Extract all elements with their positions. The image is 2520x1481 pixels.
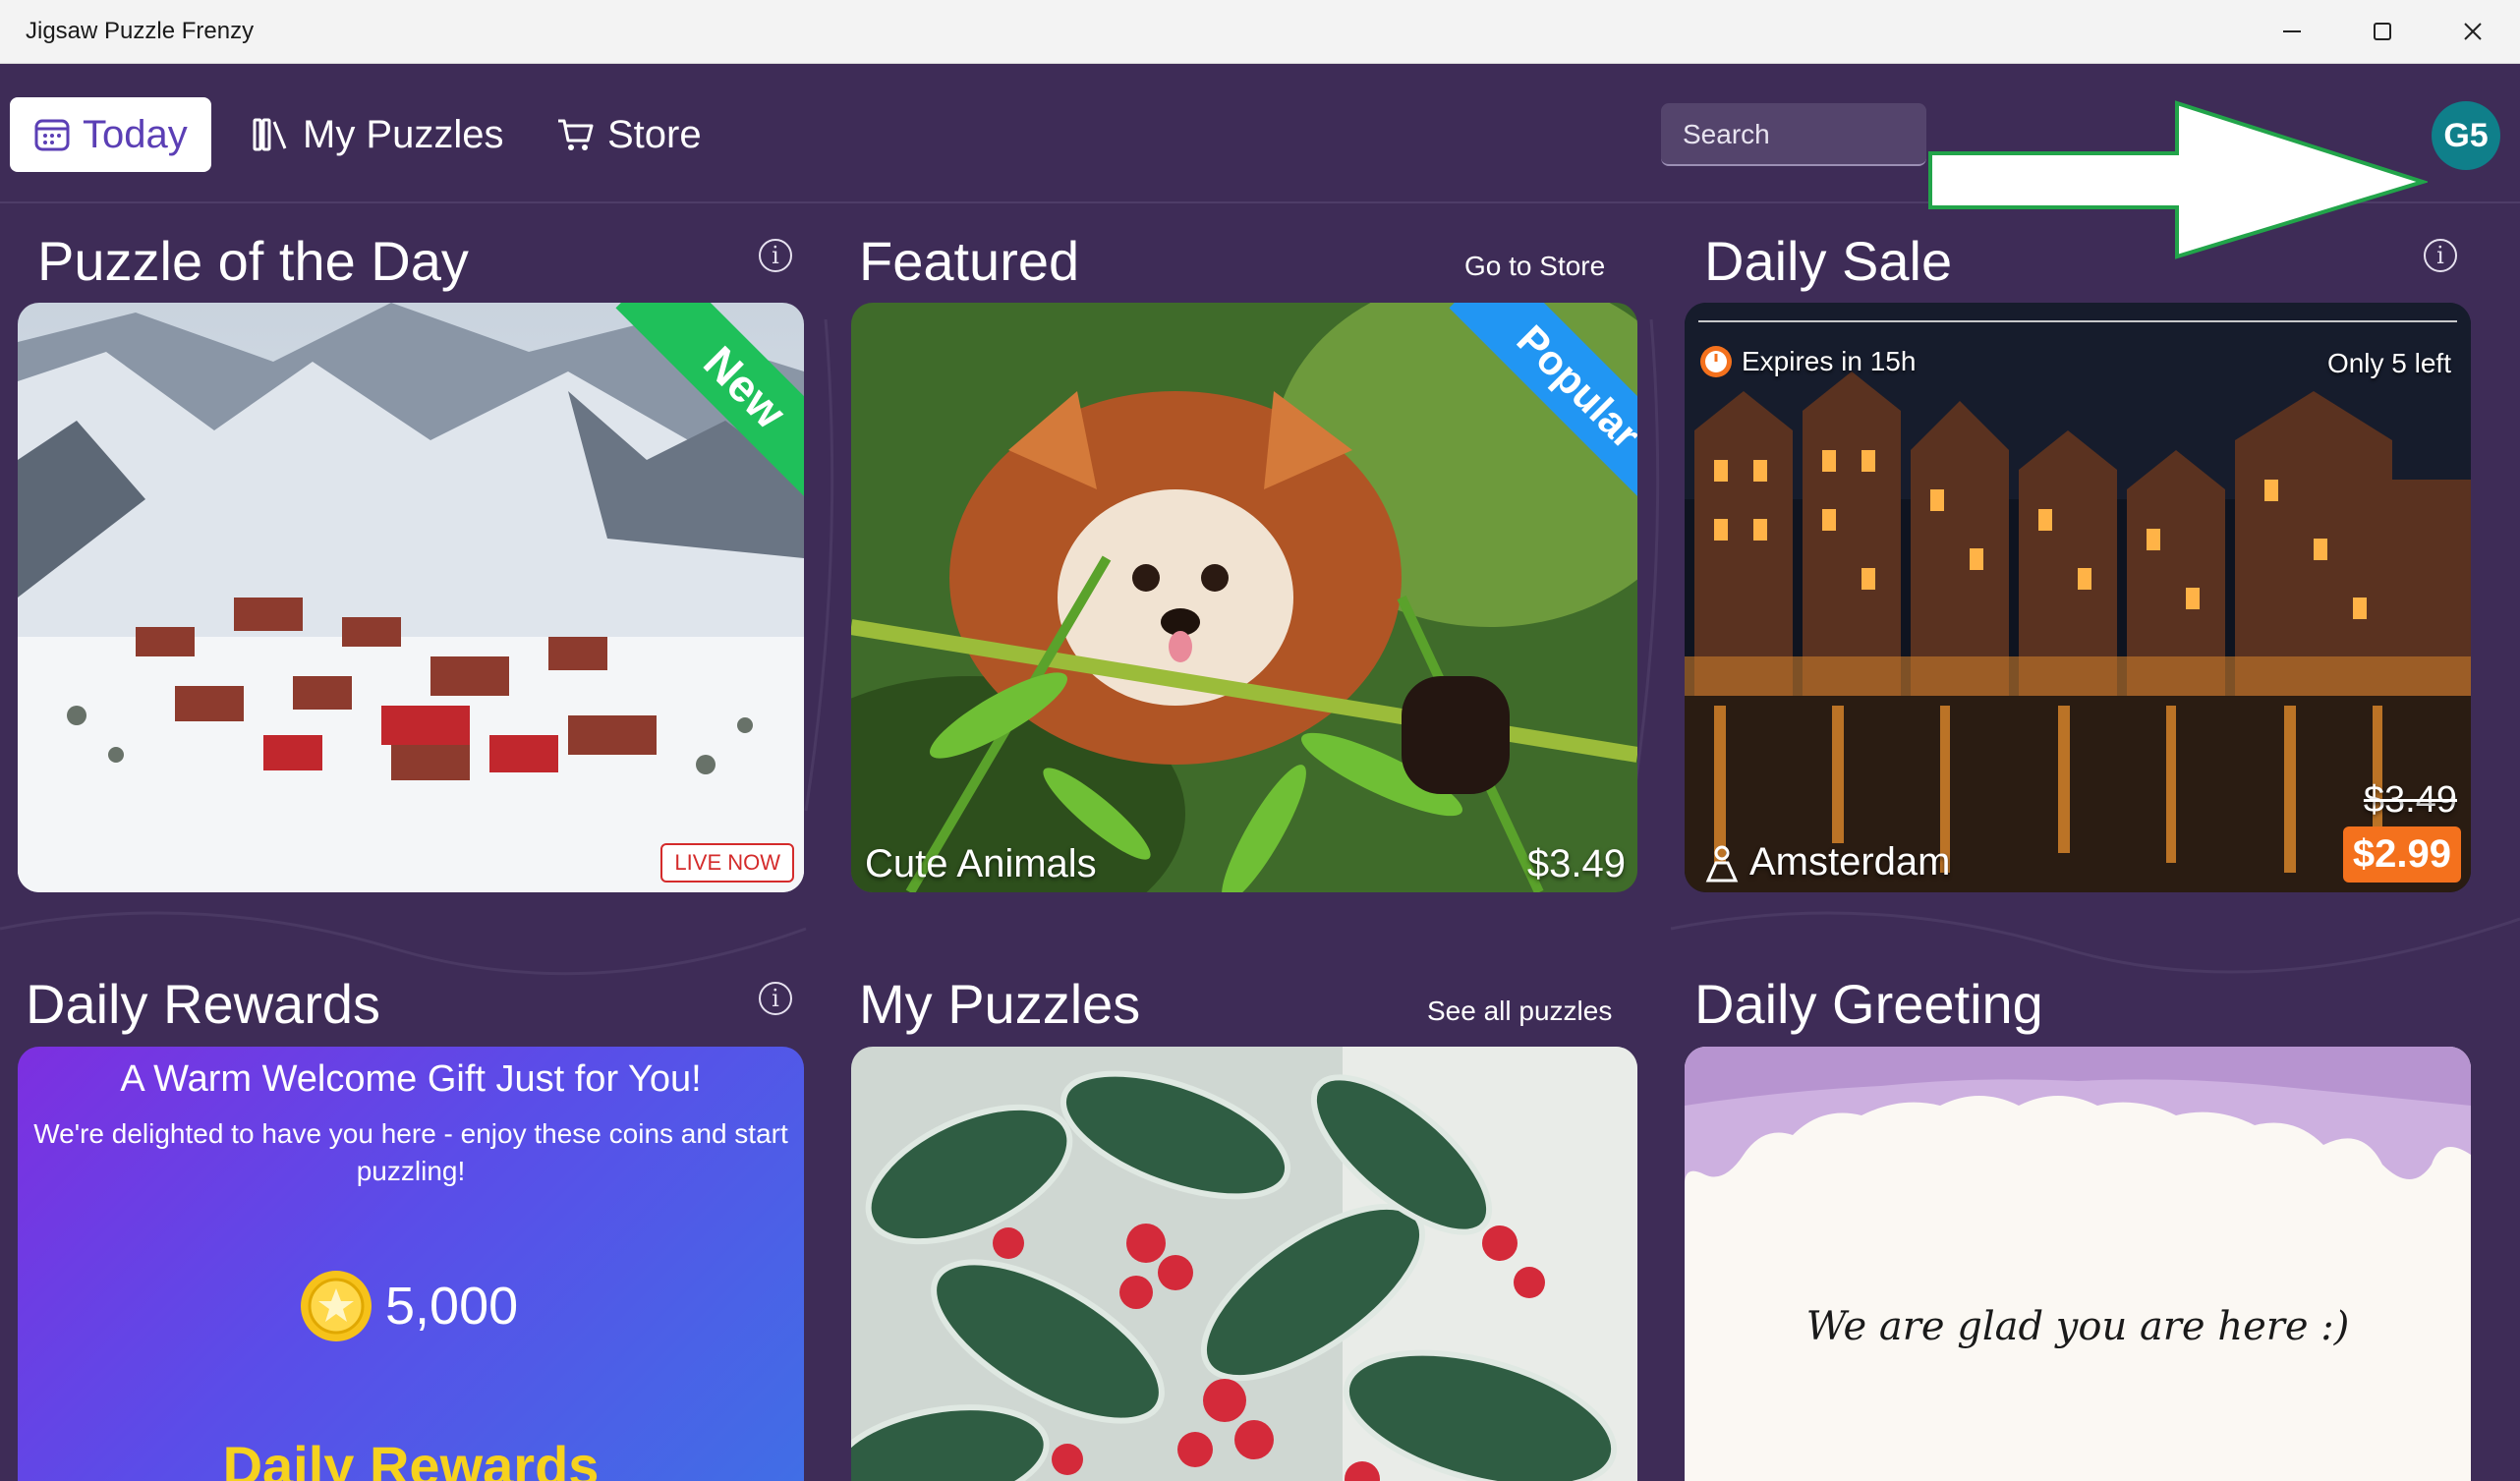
daily-sale-info-icon[interactable]: i xyxy=(2424,239,2457,272)
window-titlebar: Jigsaw Puzzle Frenzy xyxy=(0,0,2520,64)
daily-sale-title: Daily Sale xyxy=(1704,230,1953,292)
coin-icon xyxy=(301,1271,372,1341)
greeting-message: We are glad you are here :) xyxy=(1805,1304,2350,1349)
tab-my-puzzles-label: My Puzzles xyxy=(303,112,504,156)
sale-location: Amsterdam xyxy=(1702,840,1951,884)
daily-rewards-card[interactable]: A Warm Welcome Gift Just for You! We're … xyxy=(18,1047,804,1481)
rewards-text: We're delighted to have you here - enjoy… xyxy=(33,1118,788,1186)
featured-price: $3.49 xyxy=(1526,842,1626,885)
search-input[interactable]: Search xyxy=(1661,103,1926,166)
app-content: Today My Puzzles Store Search G5 Puzzle … xyxy=(0,64,2520,1481)
minimize-icon xyxy=(2283,30,2301,32)
rewards-coin-amount: 5,000 xyxy=(385,1277,519,1336)
puzzle-of-day-title: Puzzle of the Day xyxy=(37,230,469,292)
tab-today-label: Today xyxy=(83,112,188,156)
daily-greeting-title: Daily Greeting xyxy=(1694,973,2043,1035)
daily-greeting-card: We are glad you are here :) xyxy=(1685,1047,2471,1481)
sale-price: $2.99 xyxy=(2342,826,2461,883)
my-puzzles-card[interactable] xyxy=(851,1047,1637,1481)
sale-expiry: Expires in 15h xyxy=(1698,344,1916,379)
live-now-badge: LIVE NOW xyxy=(660,843,794,883)
featured-title: Featured xyxy=(859,230,1080,292)
puzzle-of-day-info-icon[interactable]: i xyxy=(759,239,792,272)
tab-my-puzzles[interactable]: My Puzzles xyxy=(252,97,504,172)
featured-card[interactable]: Popular Cute Animals $3.49 xyxy=(851,303,1637,892)
rewards-footer: Daily Rewards xyxy=(222,1435,600,1481)
my-puzzles-title: My Puzzles xyxy=(859,973,1141,1035)
person-icon xyxy=(1705,845,1739,882)
frosted-berries-image xyxy=(851,1047,1637,1481)
window-title: Jigsaw Puzzle Frenzy xyxy=(26,18,255,44)
cart-icon xyxy=(558,119,594,150)
avatar[interactable]: G5 xyxy=(2432,101,2500,170)
sale-old-price: $3.49 xyxy=(2363,779,2457,821)
tab-store-label: Store xyxy=(607,112,702,156)
featured-name: Cute Animals xyxy=(865,842,1097,885)
sale-top-divider xyxy=(1698,320,2457,322)
maximize-button[interactable] xyxy=(2337,0,2428,63)
puzzle-border-decoration xyxy=(1685,1047,2471,1184)
search-placeholder: Search xyxy=(1683,119,1770,149)
new-ribbon: New xyxy=(568,303,804,539)
rewards-heading: A Warm Welcome Gift Just for You! xyxy=(120,1058,702,1100)
sale-expires-text: Expires in 15h xyxy=(1742,346,1917,376)
daily-rewards-info-icon[interactable]: i xyxy=(759,982,792,1015)
popular-ribbon: Popular xyxy=(1402,303,1637,539)
daily-rewards-title: Daily Rewards xyxy=(26,973,380,1035)
go-to-store-link[interactable]: Go to Store xyxy=(1464,251,1605,282)
daily-sale-card[interactable]: Expires in 15h Only 5 left Amsterdam $3.… xyxy=(1685,303,2471,892)
minimize-button[interactable] xyxy=(2247,0,2337,63)
new-ribbon-label: New xyxy=(615,303,804,517)
see-all-puzzles-link[interactable]: See all puzzles xyxy=(1427,996,1612,1027)
calendar-icon xyxy=(34,119,70,151)
library-icon xyxy=(253,118,287,151)
avatar-initials: G5 xyxy=(2443,116,2489,154)
close-button[interactable] xyxy=(2428,0,2518,63)
puzzle-of-day-card[interactable]: New LIVE NOW xyxy=(18,303,804,892)
close-icon xyxy=(2464,23,2482,40)
rewards-coins: 5,000 xyxy=(299,1269,518,1343)
popular-ribbon-label: Popular xyxy=(1449,303,1637,517)
sale-name: Amsterdam xyxy=(1749,840,1951,883)
tab-store[interactable]: Store xyxy=(556,97,702,172)
maximize-icon xyxy=(2374,23,2391,40)
amsterdam-image xyxy=(1685,303,2471,892)
clock-icon xyxy=(1700,346,1732,377)
annotation-arrow-icon xyxy=(1928,100,2428,259)
tab-today[interactable]: Today xyxy=(10,97,211,172)
sale-stock-text: Only 5 left xyxy=(2326,348,2451,378)
